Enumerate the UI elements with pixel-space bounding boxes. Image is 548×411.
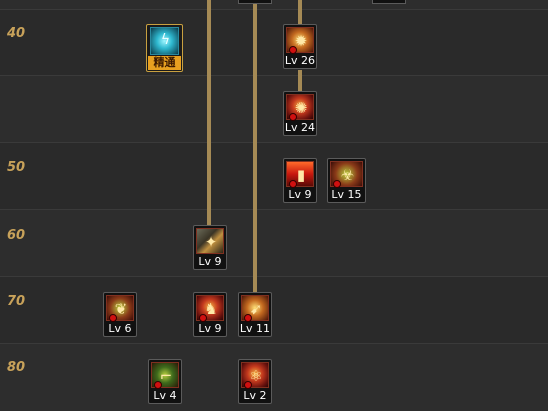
row-band-45 [0,76,548,142]
orbit-blast-icon: ⚛ [241,362,269,389]
green-spirit-icon: ❦ [106,295,134,322]
dark-warrior-icon: ♞ [196,295,224,322]
skill-slot[interactable]: ☣ Lv 15 [327,158,366,203]
skill-slot[interactable]: ⚛ Lv 2 [238,359,272,404]
elite-skill-slot[interactable]: ϟ 精通 [146,24,183,72]
row-divider [0,142,548,143]
row-divider [0,276,548,277]
level-label-80: 80 [7,360,26,375]
level-label-50: 50 [7,160,26,175]
alert-icon [244,314,252,322]
skill-slot[interactable]: ❦ Lv 6 [103,292,137,337]
row-band-top [0,0,548,9]
skill-level-label: Lv 9 [288,188,312,201]
alert-icon [289,46,297,54]
alert-icon [244,381,252,389]
sunburst-icon: ✹ [286,27,314,54]
vortex-icon: ✺ [286,94,314,121]
alert-icon [109,314,117,322]
skill-slot[interactable]: ▮ Lv 9 [283,158,317,203]
alert-icon [154,381,162,389]
row-band-70 [0,277,548,343]
row-divider [0,9,548,10]
skill-connector-line [253,4,257,294]
skill-slot[interactable]: ♞ Lv 9 [193,292,227,337]
skill-slot[interactable]: ⌐ Lv 4 [148,359,182,404]
alert-icon [333,180,341,188]
skill-level-label: Lv 4 [153,389,177,402]
skill-slot[interactable]: ➹ Lv 11 [238,292,272,337]
skill-connector-line [298,70,302,92]
missile-barrage-icon: ➹ [241,295,269,322]
row-band-40 [0,9,548,75]
skill-level-label: Lv 11 [239,322,271,335]
skill-slot[interactable]: ✦ Lv 9 [193,225,227,270]
flame-pillar-icon: ▮ [286,161,314,188]
elite-tag: 精通 [148,56,181,70]
alert-icon [289,180,297,188]
row-divider [0,75,548,76]
row-band-60 [0,210,548,276]
skill-level-label: Lv 9 [198,255,222,268]
rune-sparks-icon: ✦ [196,228,224,254]
heavy-gun-icon: ⌐ [151,362,179,389]
skill-slot[interactable]: ✺ Lv 24 [283,91,317,136]
level-label-40: 40 [7,26,26,41]
skill-level-label: Lv 6 [108,322,132,335]
level-label-60: 60 [7,228,26,243]
level-label-70: 70 [7,294,26,309]
row-band-50 [0,143,548,209]
skill-level-label: Lv 26 [284,54,316,67]
skill-level-label: Lv 15 [331,188,362,201]
skill-slot[interactable]: ✹ Lv 26 [283,24,317,69]
skill-connector-line [298,0,302,26]
skill-level-label: Lv 24 [284,121,316,134]
skill-connector-line [207,0,211,227]
alert-icon [289,113,297,121]
alert-icon [199,314,207,322]
row-divider [0,343,548,344]
lightning-icon: ϟ [150,27,179,55]
row-band-80 [0,344,548,411]
toxic-creature-icon: ☣ [330,161,363,188]
row-divider [0,209,548,210]
skill-level-label: Lv 2 [243,389,267,402]
clipped-skill-slot[interactable] [372,0,406,4]
skill-level-label: Lv 9 [198,322,222,335]
